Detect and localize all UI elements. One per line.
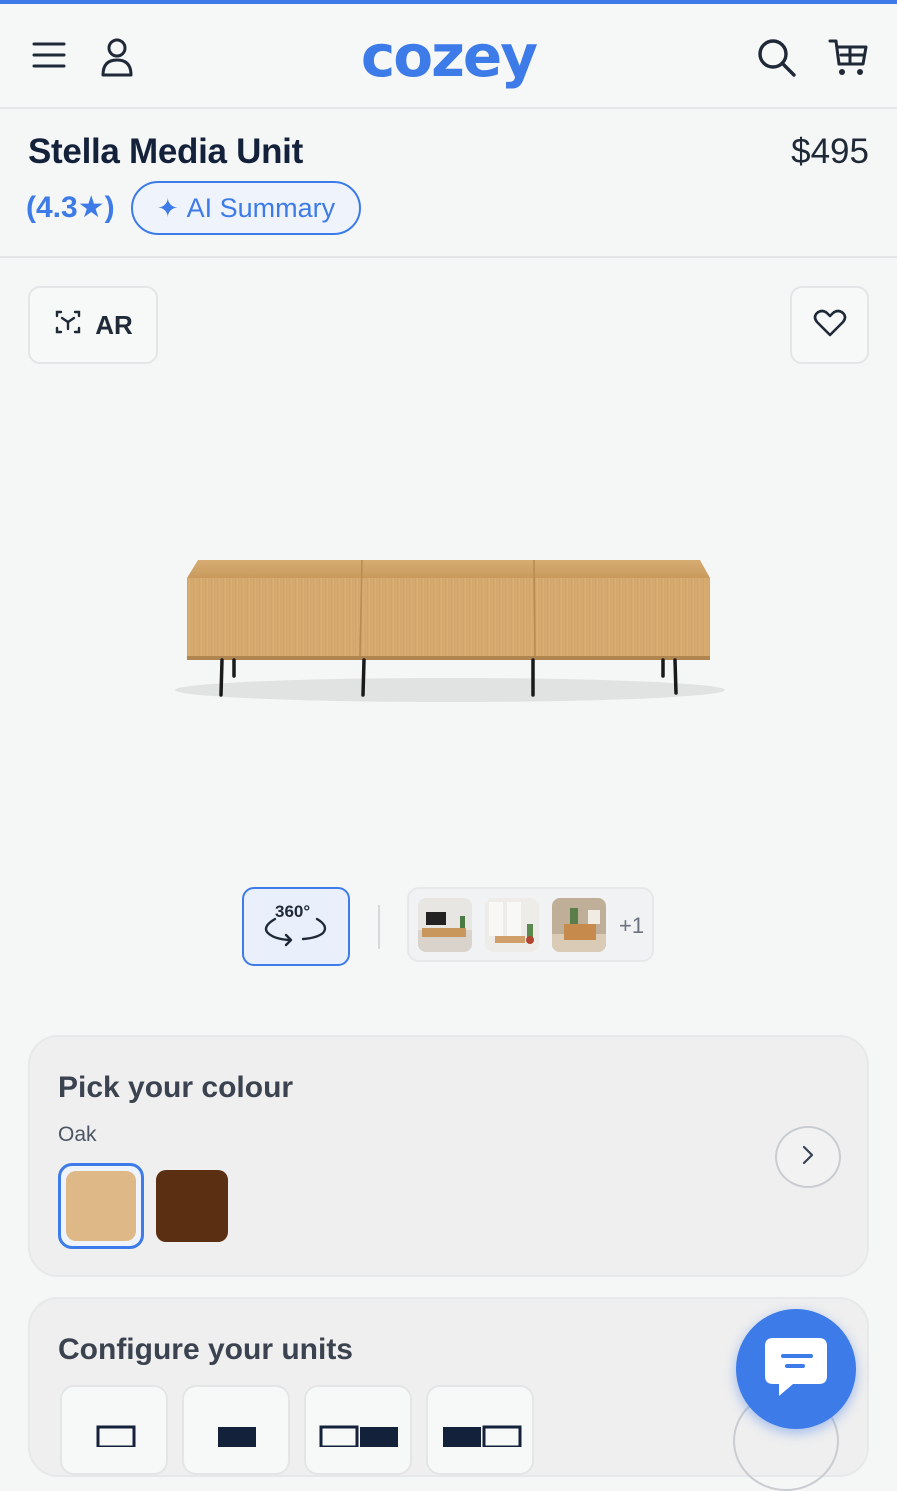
- gallery-thumbnails: +1: [407, 887, 654, 962]
- unit-option[interactable]: [182, 1385, 290, 1475]
- chat-icon: [759, 1332, 833, 1407]
- configure-heading: Configure your units: [58, 1333, 353, 1366]
- ar-label: AR: [95, 309, 133, 340]
- ar-cube-icon: [53, 307, 83, 344]
- view-360-button[interactable]: 360°: [242, 887, 350, 966]
- product-title: Stella Media Unit: [28, 132, 303, 171]
- unit-option[interactable]: [60, 1385, 168, 1475]
- header: cozey: [0, 4, 897, 109]
- selected-colour-name: Oak: [58, 1123, 97, 1146]
- gallery-thumbnail[interactable]: [418, 898, 472, 952]
- ai-summary-label: AI Summary: [186, 192, 336, 223]
- chat-button[interactable]: [736, 1309, 856, 1429]
- product-price: $495: [791, 132, 869, 171]
- ai-summary-button[interactable]: ✦ AI Summary: [131, 181, 361, 235]
- gallery-separator: [378, 905, 380, 949]
- colour-picker-card: Pick your colour Oak: [28, 1035, 869, 1277]
- heart-icon: [813, 308, 847, 343]
- rotate-360-icon: 360°: [261, 902, 331, 952]
- cart-icon[interactable]: [826, 35, 870, 79]
- chevron-right-icon: [800, 1144, 816, 1171]
- ar-button[interactable]: AR: [28, 286, 158, 364]
- gallery-thumbnail[interactable]: [485, 898, 539, 952]
- swatch-walnut[interactable]: [156, 1170, 228, 1242]
- swatch-fill: [66, 1171, 136, 1241]
- search-icon[interactable]: [754, 35, 798, 79]
- wishlist-button[interactable]: [790, 286, 869, 364]
- more-images-count[interactable]: +1: [619, 913, 644, 939]
- unit-option[interactable]: [304, 1385, 412, 1475]
- unit-option[interactable]: [426, 1385, 534, 1475]
- colour-heading: Pick your colour: [58, 1071, 294, 1104]
- product-image[interactable]: [170, 540, 730, 720]
- divider: [0, 256, 897, 258]
- sparkle-icon: ✦: [156, 192, 179, 223]
- colour-next-button[interactable]: [775, 1126, 841, 1188]
- gallery-thumbnail[interactable]: [552, 898, 606, 952]
- product-rating[interactable]: (4.3★): [26, 190, 115, 225]
- swatch-oak[interactable]: [58, 1163, 144, 1249]
